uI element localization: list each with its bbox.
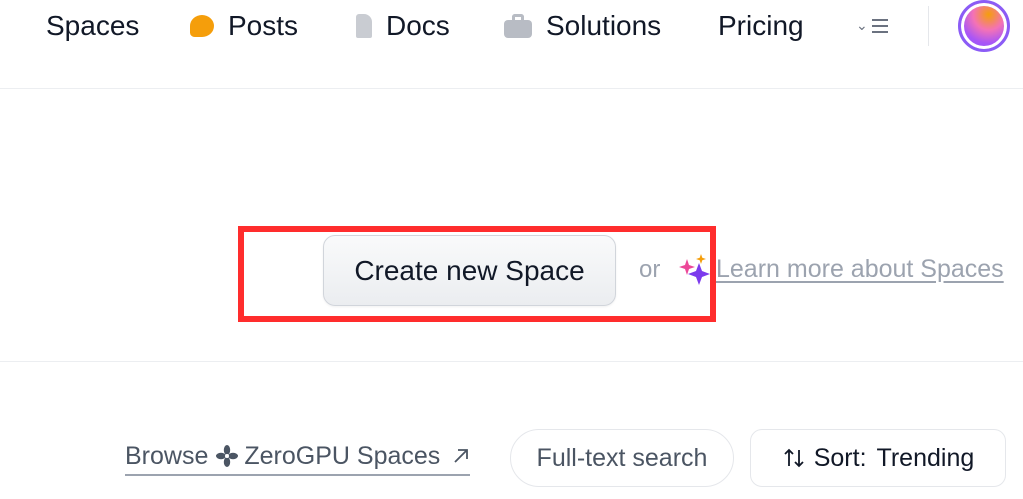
chevron-down-icon: ⌄ — [856, 16, 868, 33]
nav-item-label: Posts — [228, 10, 299, 41]
menu-lines-icon — [871, 19, 888, 33]
user-avatar[interactable] — [958, 0, 1010, 52]
nav-item-spaces[interactable]: Spaces — [6, 8, 139, 44]
nav-item-solutions[interactable]: Solutions — [504, 8, 661, 44]
learn-more-link[interactable]: Learn more about Spaces — [716, 255, 1004, 284]
section-divider — [0, 361, 1023, 362]
nav-item-label: Pricing — [718, 10, 804, 41]
more-menu-button[interactable]: ⌄ — [856, 12, 896, 40]
create-new-space-button[interactable]: Create new Space — [323, 235, 616, 306]
sort-label: Sort: — [813, 443, 867, 472]
browse-zerogpu-link[interactable]: Browse ZeroGPU Spaces — [125, 440, 471, 476]
sort-value: Trending — [876, 443, 975, 472]
full-text-search-button[interactable]: Full-text search — [510, 429, 734, 487]
or-separator: or — [639, 256, 661, 283]
fan-icon — [216, 445, 239, 467]
briefcase-icon — [504, 14, 532, 38]
browse-suffix: ZeroGPU Spaces — [244, 441, 441, 470]
document-icon — [356, 14, 372, 38]
nav-item-pricing[interactable]: Pricing — [718, 8, 804, 44]
nav-item-posts[interactable]: Posts — [190, 8, 298, 44]
nav-item-label: Spaces — [46, 10, 140, 41]
sparkle-icon — [679, 254, 710, 285]
browse-prefix: Browse — [125, 441, 209, 470]
spaces-grid-icon — [6, 13, 32, 39]
chat-bubble-icon — [190, 15, 214, 37]
top-nav: Spaces Posts Docs Solutions Pricing ⌄ — [0, 0, 1023, 56]
external-arrow-icon — [454, 449, 469, 463]
sort-dropdown[interactable]: Sort: Trending — [750, 429, 1006, 487]
nav-item-docs[interactable]: Docs — [354, 8, 450, 44]
header-divider — [0, 88, 1023, 89]
nav-item-label: Docs — [386, 10, 450, 41]
sort-arrows-icon — [784, 448, 804, 468]
nav-divider — [928, 6, 929, 46]
nav-item-label: Solutions — [546, 10, 662, 41]
